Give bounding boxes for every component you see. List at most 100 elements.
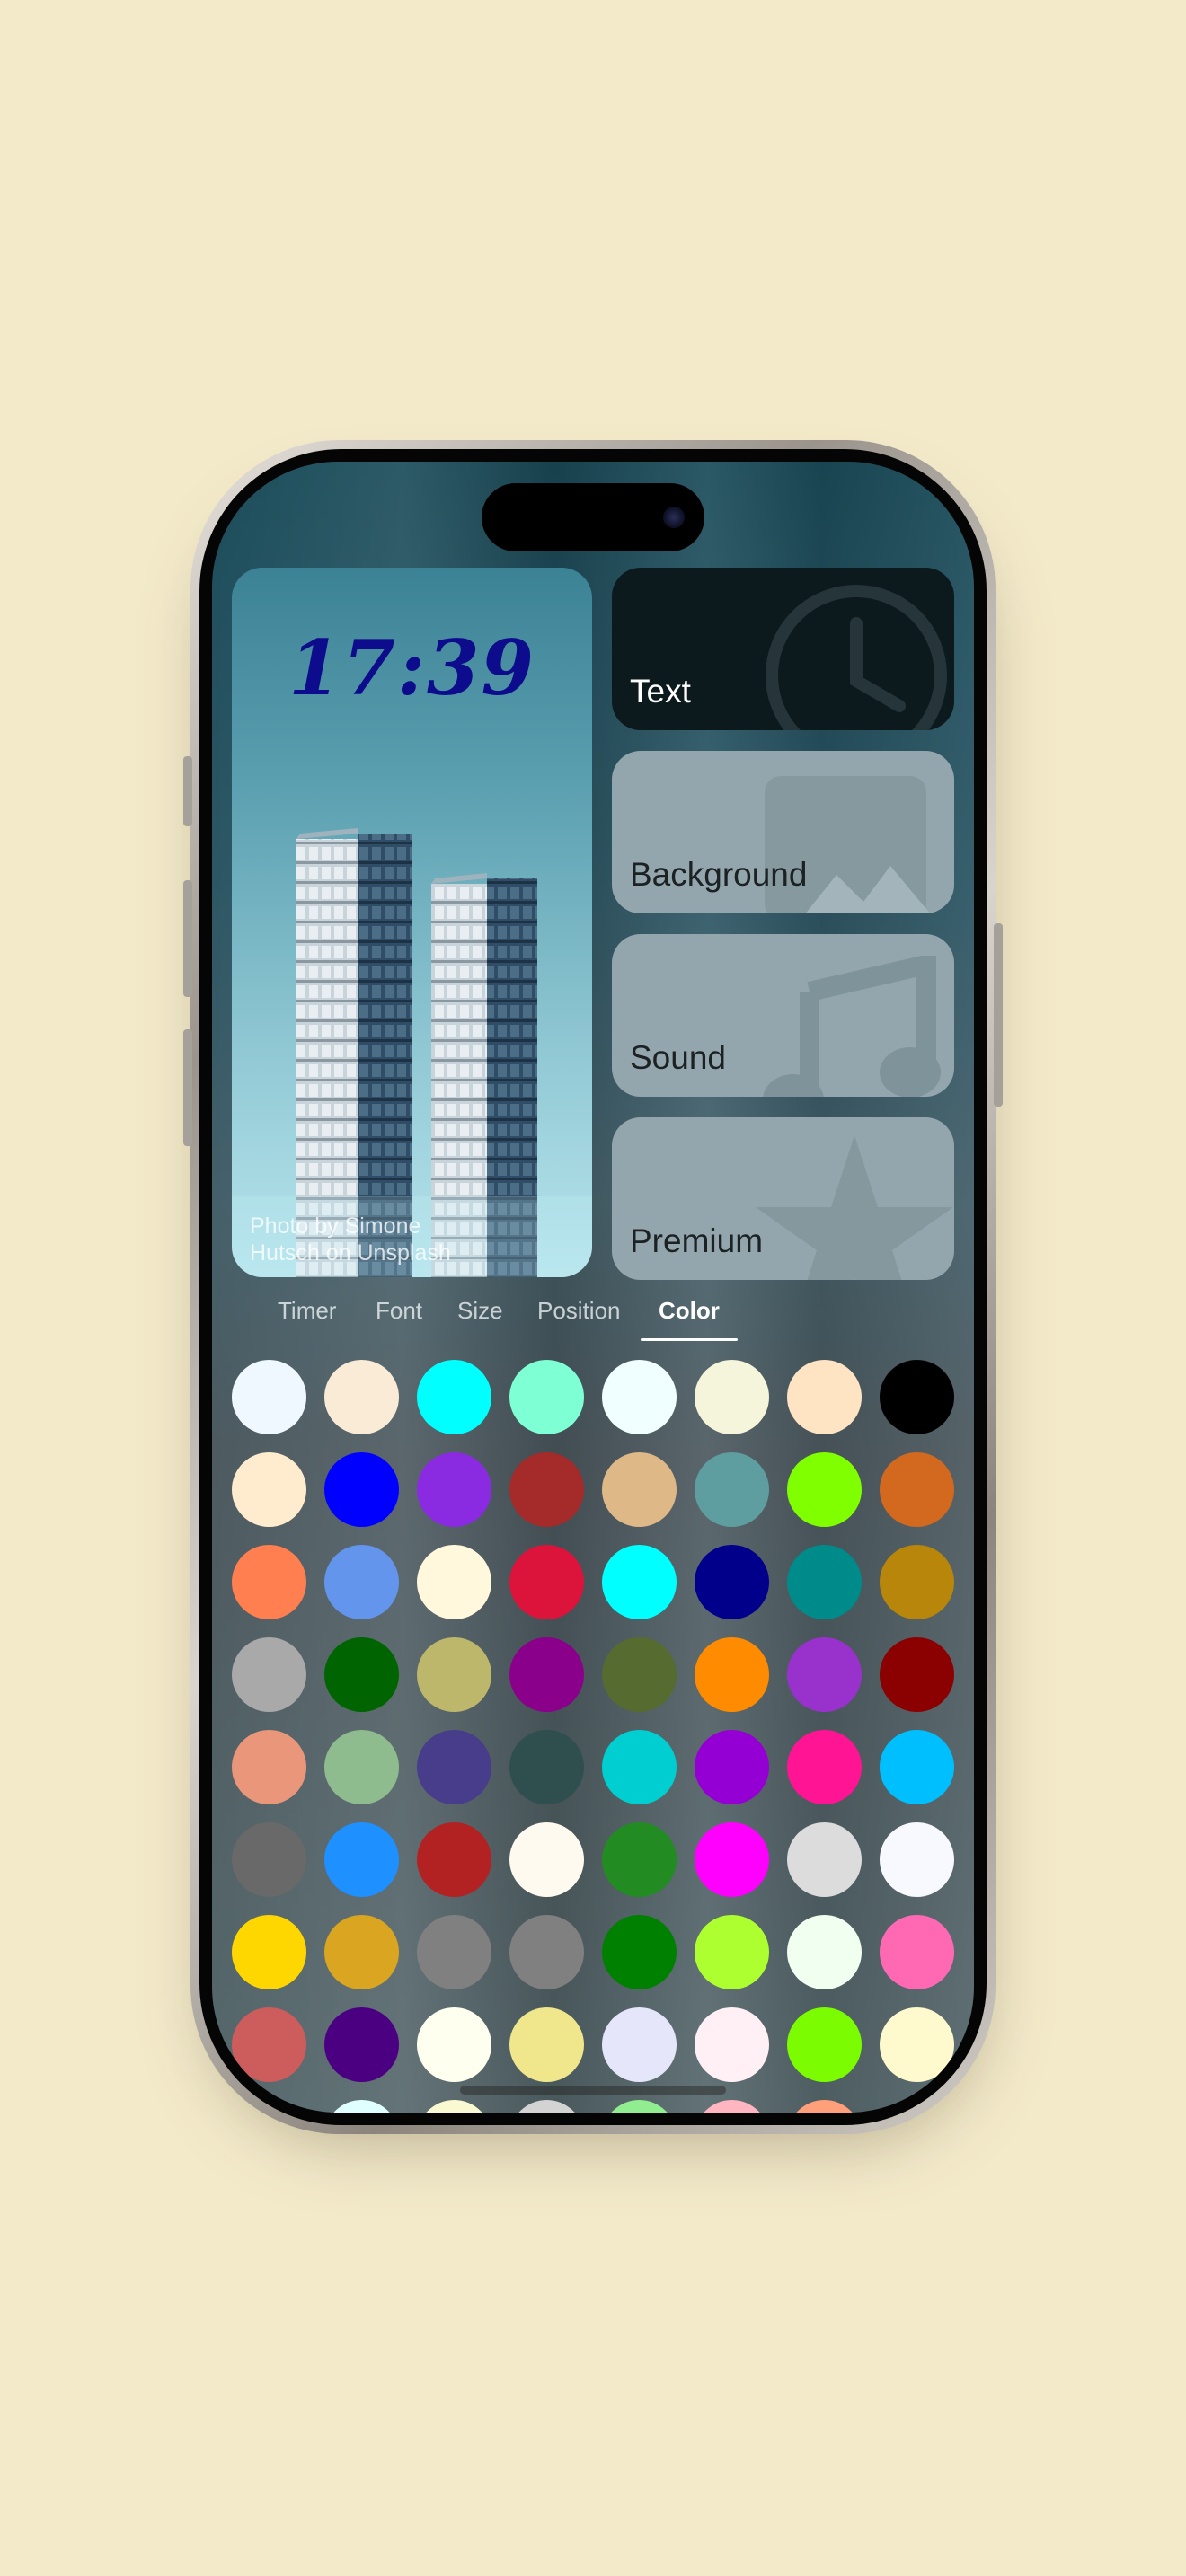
color-swatch[interactable] <box>417 1730 491 1804</box>
color-swatch[interactable] <box>880 2100 954 2113</box>
background-card-label: Background <box>630 856 808 893</box>
color-swatch[interactable] <box>880 1545 954 1619</box>
color-swatch[interactable] <box>602 1360 677 1434</box>
color-swatch[interactable] <box>232 1915 306 1989</box>
clock-preview[interactable]: 17:39 Photo by Simone Hutsch on Unsplash <box>232 568 592 1277</box>
color-swatch[interactable] <box>417 1822 491 1897</box>
color-swatch[interactable] <box>324 1822 399 1897</box>
color-swatch[interactable] <box>787 1360 862 1434</box>
color-swatch[interactable] <box>787 1822 862 1897</box>
color-swatch[interactable] <box>787 1915 862 1989</box>
color-swatch[interactable] <box>417 1915 491 1989</box>
color-swatch[interactable] <box>324 1452 399 1527</box>
color-swatch[interactable] <box>232 1637 306 1712</box>
color-swatch[interactable] <box>880 1822 954 1897</box>
music-note-icon <box>763 956 941 1097</box>
color-swatch[interactable] <box>602 2100 677 2113</box>
color-swatch[interactable] <box>880 1915 954 1989</box>
color-swatch[interactable] <box>509 2100 584 2113</box>
color-swatch[interactable] <box>695 1730 769 1804</box>
color-swatch[interactable] <box>602 1730 677 1804</box>
color-swatch[interactable] <box>695 1452 769 1527</box>
sound-card-label: Sound <box>630 1039 726 1076</box>
color-swatch[interactable] <box>417 2100 491 2113</box>
color-swatch[interactable] <box>417 1545 491 1619</box>
color-swatch[interactable] <box>602 1822 677 1897</box>
color-swatch[interactable] <box>324 1360 399 1434</box>
color-swatch[interactable] <box>417 1637 491 1712</box>
color-swatch[interactable] <box>695 1545 769 1619</box>
color-swatch[interactable] <box>695 2007 769 2082</box>
text-card[interactable]: Text <box>612 568 954 730</box>
volume-down-button <box>183 1029 192 1146</box>
color-swatch[interactable] <box>417 2007 491 2082</box>
home-indicator[interactable] <box>460 2086 726 2095</box>
sound-card[interactable]: Sound <box>612 934 954 1097</box>
color-swatch[interactable] <box>417 1452 491 1527</box>
action-button <box>183 756 192 826</box>
background-card[interactable]: Background <box>612 751 954 913</box>
color-swatch[interactable] <box>509 1730 584 1804</box>
tab-font[interactable]: Font <box>376 1297 422 1325</box>
color-swatch[interactable] <box>232 1452 306 1527</box>
photo-credit[interactable]: Photo by Simone Hutsch on Unsplash <box>250 1213 465 1266</box>
color-swatch[interactable] <box>880 1360 954 1434</box>
app-screen: 17:39 Photo by Simone Hutsch on Unsplash… <box>212 462 974 2113</box>
color-swatch[interactable] <box>602 1545 677 1619</box>
text-card-label: Text <box>630 673 691 710</box>
color-swatch[interactable] <box>787 1637 862 1712</box>
active-tab-indicator <box>641 1338 738 1341</box>
premium-card[interactable]: Premium <box>612 1117 954 1280</box>
color-swatch[interactable] <box>787 1452 862 1527</box>
color-swatch[interactable] <box>509 1637 584 1712</box>
color-swatch[interactable] <box>232 1545 306 1619</box>
color-swatch[interactable] <box>509 1452 584 1527</box>
star-icon <box>756 1135 953 1280</box>
premium-card-label: Premium <box>630 1222 764 1259</box>
color-swatch[interactable] <box>880 2007 954 2082</box>
color-swatch[interactable] <box>324 1545 399 1619</box>
tab-position[interactable]: Position <box>537 1297 621 1325</box>
color-swatch[interactable] <box>232 2007 306 2082</box>
color-swatch[interactable] <box>787 2007 862 2082</box>
color-swatch[interactable] <box>602 1915 677 1989</box>
clock-time: 17:39 <box>288 623 535 712</box>
color-swatch[interactable] <box>695 1822 769 1897</box>
color-swatch[interactable] <box>880 1637 954 1712</box>
camera-icon <box>663 507 685 528</box>
color-swatch[interactable] <box>324 1637 399 1712</box>
power-button <box>994 923 1003 1107</box>
color-swatch[interactable] <box>324 2100 399 2113</box>
color-swatch[interactable] <box>417 1360 491 1434</box>
color-swatch[interactable] <box>232 1730 306 1804</box>
color-swatch[interactable] <box>509 1822 584 1897</box>
tab-color[interactable]: Color <box>659 1297 720 1325</box>
color-swatch[interactable] <box>602 1452 677 1527</box>
color-swatch[interactable] <box>880 1452 954 1527</box>
color-swatch[interactable] <box>695 1915 769 1989</box>
color-swatch[interactable] <box>509 1545 584 1619</box>
color-swatch[interactable] <box>324 1730 399 1804</box>
color-swatch[interactable] <box>509 1915 584 1989</box>
color-swatch[interactable] <box>787 1730 862 1804</box>
tab-timer[interactable]: Timer <box>278 1297 336 1325</box>
color-swatch[interactable] <box>602 1637 677 1712</box>
color-swatch[interactable] <box>232 1822 306 1897</box>
color-swatch[interactable] <box>232 1360 306 1434</box>
color-swatch[interactable] <box>695 2100 769 2113</box>
tab-size[interactable]: Size <box>457 1297 503 1325</box>
color-swatch[interactable] <box>787 1545 862 1619</box>
color-swatch[interactable] <box>509 2007 584 2082</box>
dynamic-island <box>482 483 704 551</box>
color-swatch[interactable] <box>509 1360 584 1434</box>
color-swatch[interactable] <box>880 1730 954 1804</box>
color-swatch[interactable] <box>787 2100 862 2113</box>
color-swatch[interactable] <box>232 2100 306 2113</box>
color-swatch[interactable] <box>695 1637 769 1712</box>
color-swatch[interactable] <box>324 2007 399 2082</box>
clock-icon <box>766 585 947 730</box>
settings-tabs: Timer Font Size Position Color <box>212 1288 974 1342</box>
color-swatch[interactable] <box>324 1915 399 1989</box>
color-swatch[interactable] <box>695 1360 769 1434</box>
color-swatch[interactable] <box>602 2007 677 2082</box>
